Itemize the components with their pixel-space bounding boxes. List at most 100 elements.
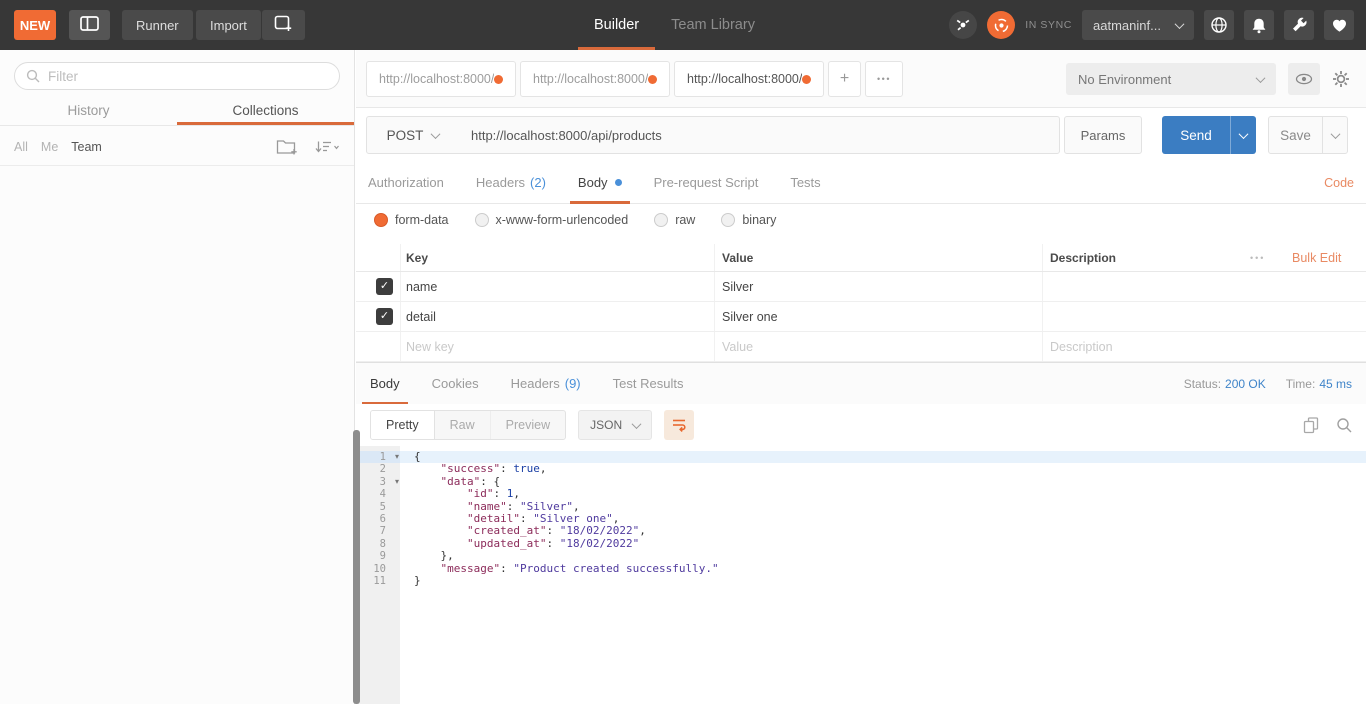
interceptor-icon[interactable] [949, 11, 978, 39]
request-tab-strip: http://localhost:8000/http://localhost:8… [356, 50, 1366, 108]
scope-me[interactable]: Me [41, 140, 58, 154]
gutter-cell[interactable]: 4 [356, 488, 400, 500]
fold-caret-icon[interactable]: ▾ [395, 476, 399, 488]
new-button[interactable]: NEW [14, 10, 56, 40]
environment-preview-button[interactable] [1288, 63, 1320, 95]
gutter-cell[interactable]: 5 [356, 501, 400, 513]
method-select[interactable]: POST [367, 117, 459, 153]
nav-tab-team-library[interactable]: Team Library [655, 0, 771, 50]
save-button[interactable]: Save [1268, 116, 1348, 154]
save-label: Save [1280, 127, 1311, 143]
environment-select[interactable]: No Environment [1066, 63, 1276, 95]
gutter-cell[interactable]: 2 [356, 463, 400, 475]
new-key-placeholder[interactable]: New key [406, 332, 454, 362]
gutter-cell[interactable]: 7 [356, 525, 400, 537]
row-checkbox[interactable]: ✓ [376, 308, 393, 325]
more-tabs-button[interactable]: ••• [865, 61, 903, 97]
tab-label: Headers [510, 376, 560, 391]
view-mode-pretty[interactable]: Pretty [371, 411, 435, 439]
sidebar-tab-history[interactable]: History [0, 98, 177, 125]
request-editor-tab-authorization[interactable]: Authorization [368, 162, 444, 204]
response-tab-headers[interactable]: Headers (9) [511, 363, 581, 405]
request-tab[interactable]: http://localhost:8000/ [674, 61, 824, 97]
header-count-badge: (2) [530, 175, 546, 190]
value-cell[interactable]: Silver one [722, 302, 778, 332]
gutter-cell[interactable]: 11 [356, 575, 400, 587]
import-button[interactable]: Import [196, 10, 261, 40]
sync-icon[interactable] [987, 11, 1016, 39]
request-tab[interactable]: http://localhost:8000/ [520, 61, 670, 97]
gutter-cell[interactable]: 9 [356, 550, 400, 562]
header-right: IN SYNC aatmaninf... [949, 10, 1354, 40]
new-folder-icon[interactable] [276, 138, 298, 155]
sidebar-toggle-button[interactable] [69, 10, 110, 40]
notifications-button[interactable] [1244, 10, 1274, 40]
add-tab-button[interactable]: + [828, 61, 861, 97]
url-input[interactable] [459, 127, 1059, 143]
body-mode-binary[interactable]: binary [721, 213, 776, 227]
response-tab-test-results[interactable]: Test Results [613, 363, 684, 405]
scope-all[interactable]: All [14, 140, 28, 154]
request-tab[interactable]: http://localhost:8000/ [366, 61, 516, 97]
browse-globe-button[interactable] [1204, 10, 1234, 40]
chevron-down-icon [1255, 72, 1266, 83]
view-mode-raw[interactable]: Raw [435, 411, 491, 439]
send-button[interactable]: Send [1162, 116, 1256, 154]
gutter-cell[interactable]: 10 [356, 563, 400, 575]
save-options-arrow[interactable] [1322, 117, 1347, 153]
request-editor-tab-headers[interactable]: Headers (2) [476, 162, 546, 204]
scrollbar-thumb[interactable] [353, 430, 360, 704]
row-checkbox[interactable]: ✓ [376, 278, 393, 295]
gutter-cell[interactable]: 1 ▾ [356, 451, 400, 464]
code-link[interactable]: Code [1324, 176, 1354, 190]
request-editor-tab-body[interactable]: Body [569, 162, 630, 204]
gear-icon [1333, 71, 1349, 87]
table-more-button[interactable]: ••• [1250, 244, 1265, 272]
gutter-cell[interactable]: 6 [356, 513, 400, 525]
settings-button[interactable] [1284, 10, 1314, 40]
filter-input[interactable] [48, 68, 328, 84]
new-window-button[interactable] [262, 10, 305, 40]
body-mode-form-data[interactable]: form-data [374, 213, 449, 227]
value-cell[interactable]: Silver [722, 272, 753, 302]
body-mode-raw[interactable]: raw [654, 213, 695, 227]
scope-team[interactable]: Team [71, 140, 102, 154]
response-tabs: Body Cookies Headers (9) Test Results [362, 363, 684, 405]
format-select[interactable]: JSON [578, 410, 653, 440]
sort-icon[interactable] [314, 140, 340, 154]
bell-icon [1252, 18, 1266, 33]
search-response-button[interactable] [1336, 417, 1352, 433]
gutter-cell[interactable]: 8 [356, 538, 400, 550]
gutter-cell[interactable]: 3 ▾ [356, 476, 400, 488]
nav-tab-builder[interactable]: Builder [578, 0, 655, 50]
sidebar-tab-collections[interactable]: Collections [177, 98, 354, 125]
response-tab-cookies[interactable]: Cookies [432, 363, 479, 405]
key-cell[interactable]: name [406, 272, 437, 302]
key-cell[interactable]: detail [406, 302, 436, 332]
radio-icon [374, 213, 388, 227]
new-description-placeholder[interactable]: Description [1050, 332, 1113, 362]
view-mode-preview[interactable]: Preview [491, 411, 565, 439]
fold-caret-icon[interactable]: ▾ [395, 451, 399, 463]
account-menu-button[interactable]: aatmaninf... [1082, 10, 1194, 40]
response-tab-body[interactable]: Body [362, 363, 408, 405]
wrap-text-button[interactable] [664, 410, 695, 440]
response-body-editor[interactable]: 1 ▾{2 "success": true, 3 ▾ "data": {4 "id":… [356, 446, 1366, 704]
send-options-arrow[interactable] [1230, 116, 1256, 154]
header-count-badge: (9) [564, 376, 581, 391]
favorites-button[interactable] [1324, 10, 1354, 40]
bulk-edit-link[interactable]: Bulk Edit [1292, 244, 1341, 272]
request-editor-tab-pre-request-script[interactable]: Pre-request Script [654, 162, 759, 204]
globe-icon [1211, 17, 1227, 33]
column-header-key: Key [406, 251, 429, 265]
tab-label: Tests [790, 175, 821, 190]
copy-button[interactable] [1303, 416, 1319, 434]
settings-gear-button[interactable] [1332, 70, 1350, 93]
request-editor-tab-tests[interactable]: Tests [790, 162, 820, 204]
body-mode-x-www-form-urlencoded[interactable]: x-www-form-urlencoded [474, 213, 628, 227]
status-badge: Status: 200 OK [1184, 377, 1266, 391]
line-number: 8 [379, 537, 386, 550]
runner-button[interactable]: Runner [122, 10, 193, 40]
params-button[interactable]: Params [1064, 116, 1142, 154]
new-value-placeholder[interactable]: Value [722, 332, 753, 362]
